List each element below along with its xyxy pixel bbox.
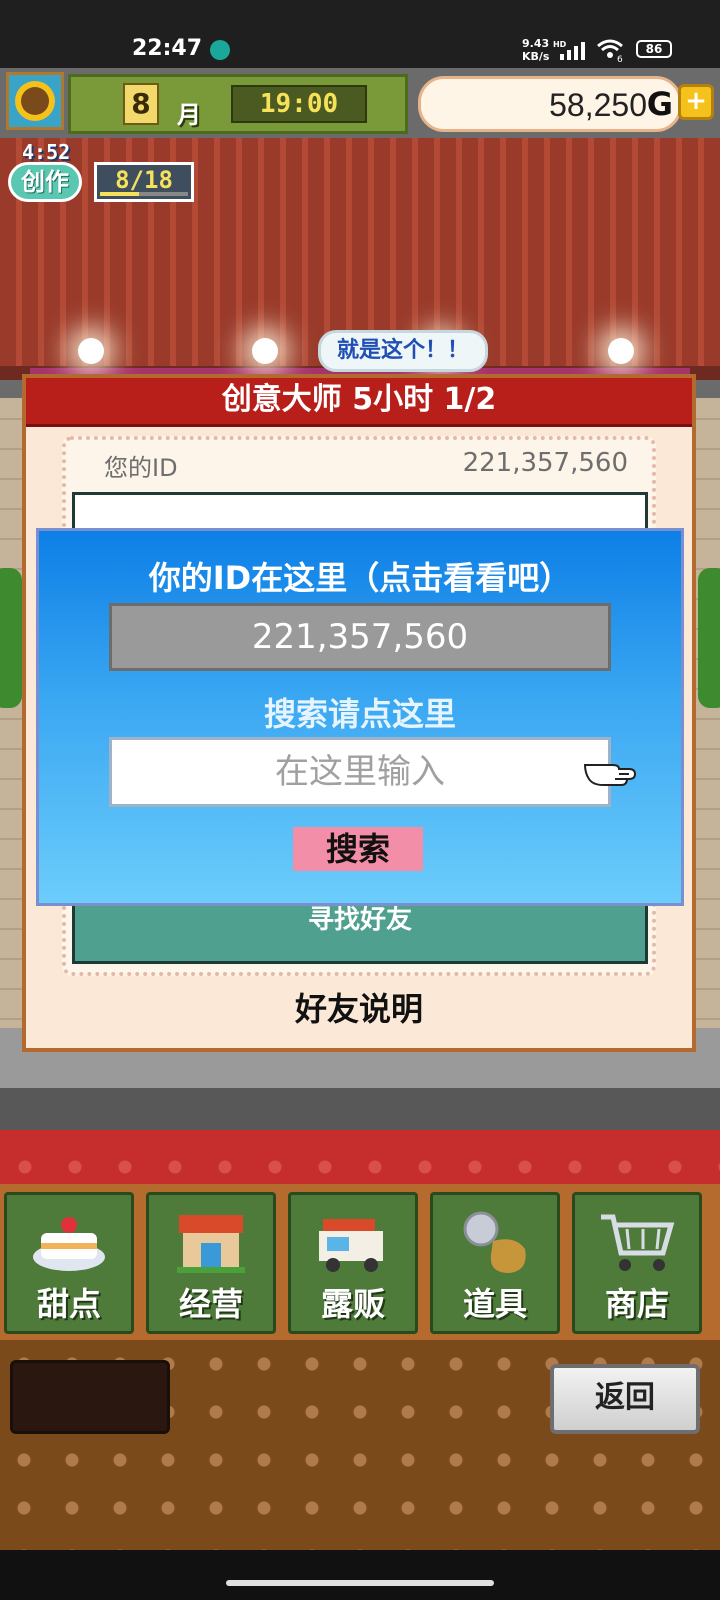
- wifi-icon: 6: [597, 39, 623, 62]
- game-clock: 19:00: [231, 85, 367, 123]
- search-input[interactable]: 在这里输入: [109, 737, 611, 807]
- wifi-sub-label: 6: [617, 55, 623, 62]
- bottom-menu: 甜点 经营 露贩 道具 商店: [0, 1184, 720, 1340]
- lamp-light: [252, 338, 278, 364]
- menu-item-items[interactable]: 道具: [430, 1192, 560, 1334]
- date-time-panel: 8 月 19:00: [68, 74, 408, 134]
- battery-icon: 86: [636, 40, 672, 58]
- panel-title: 创意大师 5小时 1/2: [26, 378, 692, 427]
- add-money-button[interactable]: +: [678, 84, 714, 120]
- lamp-light: [78, 338, 104, 364]
- status-bar: 22:47 9.43 HD KB/s 6 86: [0, 0, 720, 68]
- food-truck-icon: [319, 1219, 383, 1272]
- create-progress-bar: [100, 192, 188, 196]
- menu-item-stall[interactable]: 露贩: [288, 1192, 418, 1334]
- friend-explain-button[interactable]: 好友说明: [26, 984, 692, 1030]
- app-notification-icon: [210, 40, 230, 60]
- home-indicator[interactable]: [226, 1580, 494, 1586]
- pointing-hand-icon: [583, 764, 637, 786]
- menu-label: 经营: [178, 1285, 243, 1323]
- create-progress: 8/18: [94, 162, 194, 202]
- menu-label: 商店: [604, 1285, 669, 1323]
- shop-icon: [177, 1215, 245, 1273]
- cart-icon: [601, 1214, 675, 1271]
- status-time: 22:47: [132, 36, 203, 61]
- road: [0, 1088, 720, 1130]
- dialog-heading: 你的ID在这里（点击看看吧）: [148, 559, 572, 597]
- search-button[interactable]: 搜索: [293, 827, 423, 871]
- menu-label: 甜点: [36, 1285, 101, 1323]
- month-number: 8: [123, 83, 159, 125]
- create-label: 创作: [8, 162, 82, 202]
- player-avatar[interactable]: [6, 72, 64, 130]
- sunflower-icon: [21, 87, 49, 115]
- signal-icon: [560, 42, 585, 60]
- footer-slot: [10, 1360, 170, 1434]
- search-dialog: 你的ID在这里（点击看看吧） 221,357,560 搜索请点这里 在这里输入 …: [36, 528, 684, 906]
- menu-label: 道具: [462, 1285, 527, 1323]
- items-bag-icon: [463, 1211, 526, 1273]
- month-label: 月: [177, 101, 201, 129]
- system-nav-bar: [0, 1550, 720, 1600]
- money-display: 58,250 G: [418, 76, 682, 132]
- menu-item-management[interactable]: 经营: [146, 1192, 276, 1334]
- id-display-field[interactable]: 221,357,560: [109, 603, 611, 671]
- menu-item-store[interactable]: 商店: [572, 1192, 702, 1334]
- lamp-light: [608, 338, 634, 364]
- search-hint: 搜索请点这里: [263, 695, 456, 733]
- network-speed-value: 9.43: [522, 37, 550, 50]
- your-id-label: 您的ID: [104, 454, 178, 482]
- money-unit: G: [646, 85, 673, 123]
- cake-icon: [33, 1217, 105, 1271]
- menu-item-sweets[interactable]: 甜点: [4, 1192, 134, 1334]
- tree: [698, 568, 720, 708]
- tree: [0, 568, 22, 708]
- create-timer: 4:52: [22, 140, 71, 164]
- network-speed-unit: KB/s: [522, 50, 550, 63]
- hint-tooltip: 就是这个！！: [318, 330, 488, 372]
- create-status[interactable]: 4:52 创作 8/18: [8, 140, 194, 206]
- your-id-value: 221,357,560: [462, 448, 628, 478]
- back-button[interactable]: 返回: [550, 1364, 700, 1434]
- create-progress-fill: [100, 192, 139, 196]
- menu-label: 露贩: [320, 1285, 385, 1323]
- money-amount: 58,250: [549, 87, 647, 123]
